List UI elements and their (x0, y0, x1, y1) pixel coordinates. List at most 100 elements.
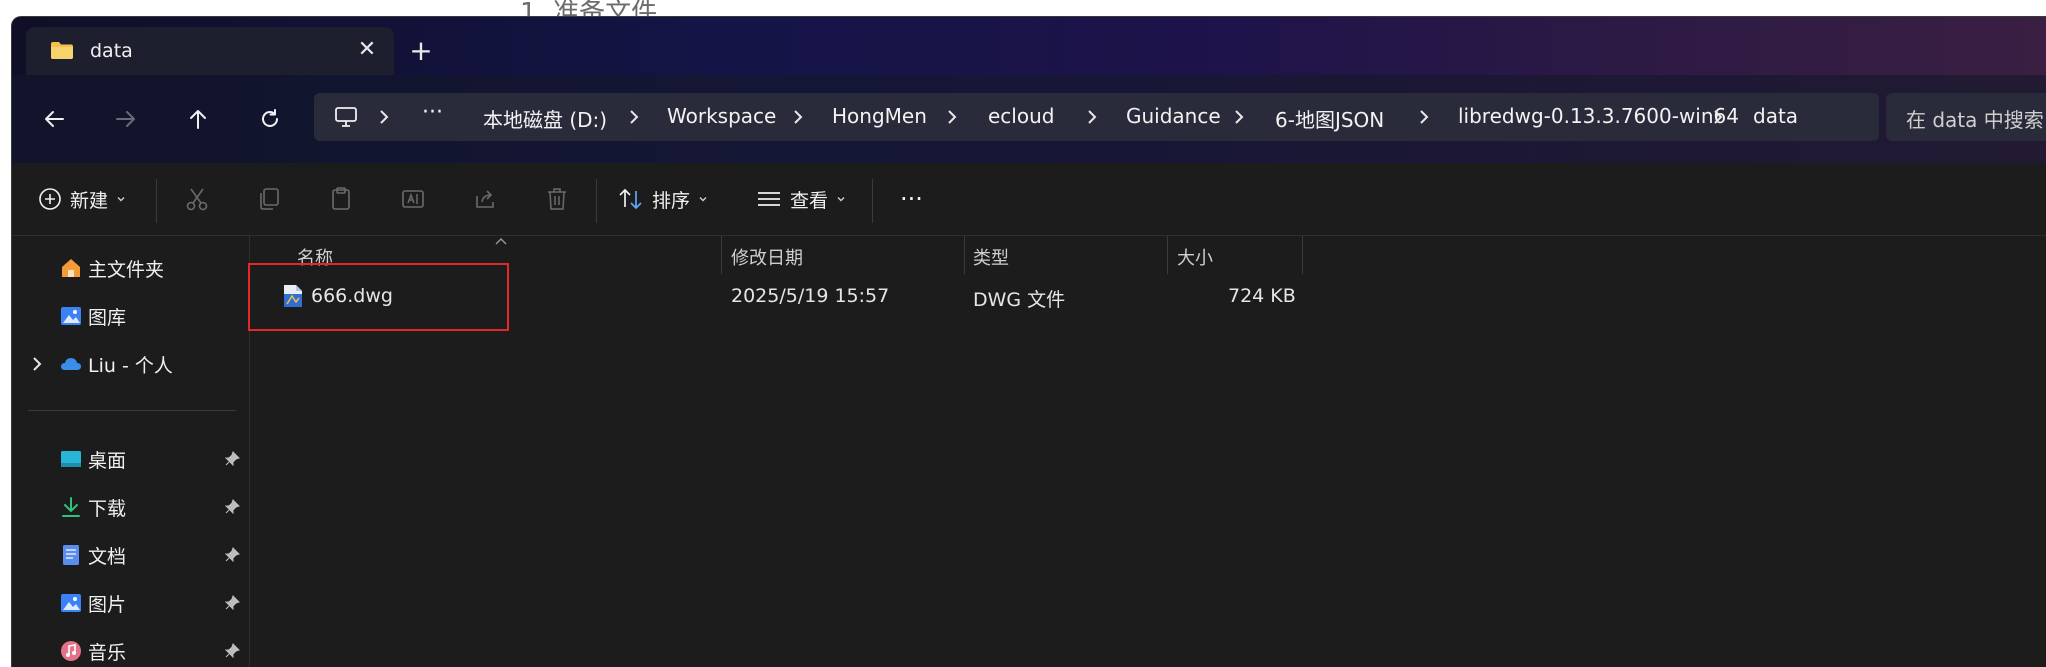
sidebar-item-music[interactable]: 音乐 (60, 634, 126, 667)
chevron-right-icon (794, 110, 803, 124)
close-icon[interactable]: ✕ (354, 37, 380, 63)
file-explorer-window: data ✕ + ··· 本地磁盘 (D:) Workspace HongMen… (11, 16, 2046, 667)
arrow-up-icon (190, 110, 206, 129)
home-icon (62, 259, 80, 277)
tab-title: data (90, 40, 133, 62)
tab-data[interactable]: data ✕ (26, 27, 394, 75)
sidebar-item-onedrive[interactable]: Liu - 个人 (60, 347, 173, 381)
pin-icon[interactable] (224, 547, 240, 563)
chevron-right-icon (380, 110, 389, 124)
new-label: 新建 (70, 189, 109, 212)
breadcrumb-data[interactable]: data (1753, 104, 1798, 128)
breadcrumb-libredwg[interactable]: libredwg-0.13.3.7600-win64 (1458, 104, 1739, 128)
pictures-icon (61, 594, 81, 612)
up-button[interactable] (176, 97, 220, 141)
rename-icon (402, 190, 424, 208)
clipboard-icon (332, 187, 350, 210)
toolbar-divider (156, 179, 157, 223)
chevron-down-icon (117, 197, 125, 202)
refresh-icon (262, 109, 278, 127)
paste-button[interactable] (328, 181, 354, 217)
desktop-icon (61, 451, 81, 467)
download-icon (62, 497, 80, 517)
file-list: 名称 修改日期 类型 大小 666.dwg 2025/5/19 15:57 DW… (248, 236, 2046, 667)
chevron-right-icon[interactable] (30, 355, 44, 373)
pin-icon[interactable] (224, 451, 240, 467)
pin-icon[interactable] (224, 499, 240, 515)
column-separator[interactable] (1167, 236, 1168, 274)
column-header-type[interactable]: 类型 (973, 244, 1009, 270)
copy-button[interactable] (256, 181, 282, 217)
delete-button[interactable] (544, 181, 570, 217)
arrow-right-icon (116, 111, 135, 127)
column-separator[interactable] (721, 236, 722, 274)
toolbar-divider (596, 179, 597, 223)
this-pc-icon (335, 107, 357, 127)
plus-circle-icon (39, 188, 61, 210)
sidebar-item-label: 音乐 (88, 641, 127, 664)
annotation-highlight-box (248, 263, 509, 331)
command-bar: 新建 排序 查看 ··· (12, 163, 2046, 236)
file-modified: 2025/5/19 15:57 (731, 285, 890, 307)
breadcrumb-ellipsis[interactable]: ··· (422, 100, 443, 125)
breadcrumb-hongmen[interactable]: HongMen (832, 104, 927, 128)
sidebar-item-label: 图库 (88, 306, 127, 329)
breadcrumb-guidance[interactable]: Guidance (1126, 104, 1221, 128)
breadcrumb-workspace[interactable]: Workspace (667, 104, 776, 128)
file-type: DWG 文件 (973, 289, 1066, 311)
chevron-right-icon (630, 110, 639, 124)
back-button[interactable] (32, 97, 76, 141)
sidebar-item-documents[interactable]: 文档 (60, 538, 126, 572)
column-separator[interactable] (1302, 236, 1303, 274)
new-tab-button[interactable]: + (406, 37, 436, 67)
onedrive-cloud-icon (61, 358, 81, 370)
column-header-size[interactable]: 大小 (1177, 244, 1213, 270)
toolbar-divider (872, 179, 873, 223)
title-bar: data ✕ + (12, 17, 2046, 75)
chevron-down-icon (837, 197, 845, 202)
search-box[interactable]: 在 data 中搜索 (1886, 93, 2046, 141)
forward-button[interactable] (104, 97, 148, 141)
file-size: 724 KB (1228, 285, 1296, 307)
sidebar-item-gallery[interactable]: 图库 (60, 299, 126, 333)
share-button[interactable] (472, 181, 498, 217)
chevron-down-icon (699, 197, 707, 202)
pin-icon[interactable] (224, 643, 240, 659)
address-bar[interactable]: ··· 本地磁盘 (D:) Workspace HongMen ecloud G… (314, 93, 1879, 141)
sidebar-item-label: 主文件夹 (88, 258, 165, 281)
sidebar-item-label: 下载 (88, 497, 127, 520)
cut-button[interactable] (184, 181, 210, 217)
sort-icon (619, 188, 642, 210)
sort-button[interactable]: 排序 (618, 181, 708, 217)
chevron-right-icon (948, 110, 957, 124)
chevron-right-icon (1714, 110, 1723, 124)
chevron-right-icon (1420, 110, 1429, 124)
breadcrumb-map-json[interactable]: 6-地图JSON (1275, 104, 1384, 133)
more-options-button[interactable]: ··· (900, 181, 923, 217)
refresh-button[interactable] (248, 97, 292, 141)
view-list-icon (758, 192, 780, 206)
rename-button[interactable] (400, 181, 426, 217)
more-icon: ··· (900, 185, 923, 213)
document-icon (63, 545, 79, 565)
chevron-right-icon (1088, 110, 1097, 124)
sidebar-item-pictures[interactable]: 图片 (60, 586, 126, 620)
breadcrumb-drive-d[interactable]: 本地磁盘 (D:) (483, 104, 607, 133)
sidebar-item-desktop[interactable]: 桌面 (60, 442, 126, 476)
sidebar-item-home[interactable]: 主文件夹 (60, 251, 164, 285)
breadcrumb-ecloud[interactable]: ecloud (988, 104, 1054, 128)
share-icon (476, 190, 494, 208)
column-separator[interactable] (964, 236, 965, 274)
pin-icon[interactable] (224, 595, 240, 611)
sort-ascending-icon (495, 238, 507, 245)
column-header-modified[interactable]: 修改日期 (731, 244, 803, 270)
sidebar-item-downloads[interactable]: 下载 (60, 490, 126, 524)
navigation-pane: 主文件夹 图库 Liu - 个人 桌面 下载 文档 图片 音乐 (12, 236, 250, 667)
scissors-icon (186, 188, 208, 211)
new-button[interactable]: 新建 (38, 181, 126, 217)
navigation-bar: ··· 本地磁盘 (D:) Workspace HongMen ecloud G… (12, 75, 2046, 163)
trash-icon (548, 188, 566, 210)
view-button[interactable]: 查看 (756, 181, 846, 217)
copy-icon (260, 188, 279, 210)
sidebar-item-label: 图片 (88, 593, 127, 616)
